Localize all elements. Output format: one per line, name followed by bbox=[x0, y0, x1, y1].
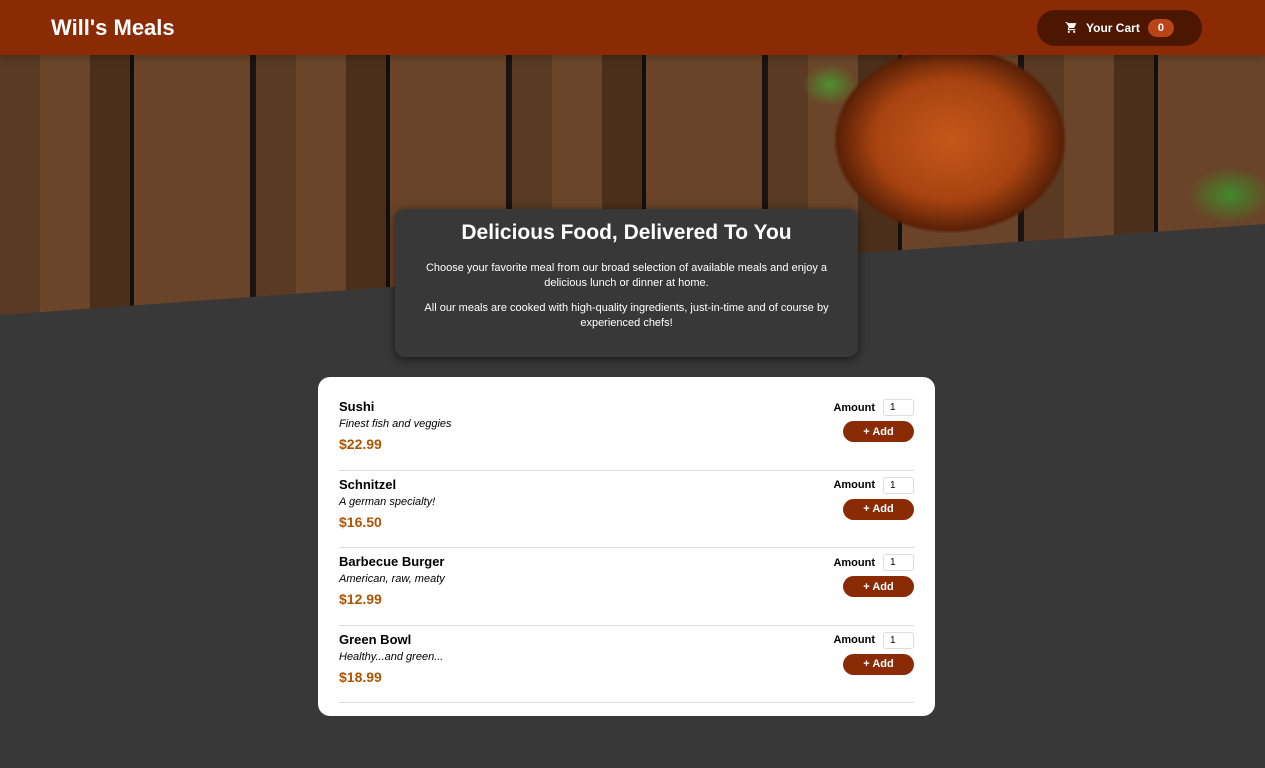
summary-paragraph: Choose your favorite meal from our broad… bbox=[425, 262, 828, 289]
meal-description: A german specialty! bbox=[339, 495, 436, 508]
add-to-cart-button[interactable]: + Add bbox=[843, 576, 914, 597]
meal-item: Green Bowl Healthy...and green... $18.99… bbox=[339, 626, 914, 703]
meals-list: Sushi Finest fish and veggies $22.99 Amo… bbox=[318, 377, 935, 716]
amount-input[interactable] bbox=[883, 631, 914, 649]
cart-button[interactable]: Your Cart 0 bbox=[1037, 9, 1202, 46]
meal-item: Schnitzel A german specialty! $16.50 Amo… bbox=[339, 471, 914, 548]
cart-label: Your Cart bbox=[1086, 20, 1140, 35]
summary-title: Delicious Food, Delivered To You bbox=[461, 221, 792, 244]
amount-input[interactable] bbox=[883, 476, 914, 494]
meals-summary: Delicious Food, Delivered To You Choose … bbox=[395, 209, 858, 357]
amount-label: Amount bbox=[833, 634, 875, 646]
meal-description: Finest fish and veggies bbox=[339, 418, 452, 430]
app-title: Will's Meals bbox=[51, 14, 175, 40]
summary-paragraph: All our meals are cooked with high-quali… bbox=[424, 302, 829, 329]
amount-input[interactable] bbox=[883, 554, 914, 571]
meal-item: Barbecue Burger American, raw, meaty $12… bbox=[339, 548, 914, 626]
cart-icon bbox=[1065, 22, 1077, 33]
amount-input[interactable] bbox=[883, 399, 914, 416]
amount-label: Amount bbox=[833, 479, 875, 491]
meal-description: Healthy...and green... bbox=[339, 650, 444, 663]
meal-name: Barbecue Burger bbox=[339, 554, 445, 569]
header: Will's Meals Your Cart 0 bbox=[0, 0, 1265, 55]
meal-name: Green Bowl bbox=[339, 631, 412, 647]
amount-label: Amount bbox=[833, 556, 875, 569]
cart-count-badge: 0 bbox=[1147, 18, 1174, 37]
meal-item: Sushi Finest fish and veggies $22.99 Amo… bbox=[339, 393, 914, 471]
meal-name: Sushi bbox=[339, 399, 375, 414]
meal-price: $12.99 bbox=[339, 591, 382, 607]
meal-price: $22.99 bbox=[339, 436, 382, 452]
add-to-cart-button[interactable]: + Add bbox=[843, 498, 914, 520]
meal-price: $18.99 bbox=[339, 668, 382, 685]
meal-description: American, raw, meaty bbox=[339, 573, 445, 585]
meal-name: Schnitzel bbox=[339, 476, 397, 492]
add-to-cart-button[interactable]: + Add bbox=[843, 653, 914, 675]
meal-price: $16.50 bbox=[339, 513, 382, 530]
amount-label: Amount bbox=[833, 401, 875, 414]
add-to-cart-button[interactable]: + Add bbox=[843, 421, 914, 442]
